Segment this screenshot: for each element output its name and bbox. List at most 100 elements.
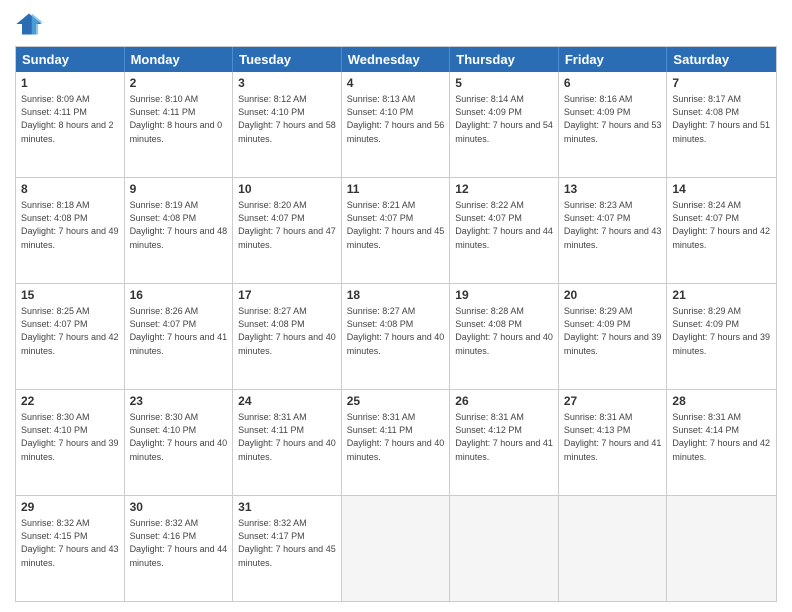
empty-cell [450, 496, 559, 601]
day-cell-29: 29 Sunrise: 8:32 AMSunset: 4:15 PMDaylig… [16, 496, 125, 601]
day-info: Sunrise: 8:10 AMSunset: 4:11 PMDaylight:… [130, 94, 223, 144]
day-info: Sunrise: 8:25 AMSunset: 4:07 PMDaylight:… [21, 306, 119, 356]
day-cell-24: 24 Sunrise: 8:31 AMSunset: 4:11 PMDaylig… [233, 390, 342, 495]
day-number: 2 [130, 75, 228, 92]
day-cell-11: 11 Sunrise: 8:21 AMSunset: 4:07 PMDaylig… [342, 178, 451, 283]
header-day-saturday: Saturday [667, 47, 776, 72]
day-info: Sunrise: 8:23 AMSunset: 4:07 PMDaylight:… [564, 200, 662, 250]
day-cell-3: 3 Sunrise: 8:12 AMSunset: 4:10 PMDayligh… [233, 72, 342, 177]
day-cell-30: 30 Sunrise: 8:32 AMSunset: 4:16 PMDaylig… [125, 496, 234, 601]
day-info: Sunrise: 8:13 AMSunset: 4:10 PMDaylight:… [347, 94, 445, 144]
day-cell-16: 16 Sunrise: 8:26 AMSunset: 4:07 PMDaylig… [125, 284, 234, 389]
logo [15, 10, 47, 38]
day-number: 15 [21, 287, 119, 304]
day-cell-17: 17 Sunrise: 8:27 AMSunset: 4:08 PMDaylig… [233, 284, 342, 389]
calendar-row-5: 29 Sunrise: 8:32 AMSunset: 4:15 PMDaylig… [16, 495, 776, 601]
day-cell-7: 7 Sunrise: 8:17 AMSunset: 4:08 PMDayligh… [667, 72, 776, 177]
day-number: 25 [347, 393, 445, 410]
day-info: Sunrise: 8:18 AMSunset: 4:08 PMDaylight:… [21, 200, 119, 250]
day-info: Sunrise: 8:24 AMSunset: 4:07 PMDaylight:… [672, 200, 770, 250]
day-cell-31: 31 Sunrise: 8:32 AMSunset: 4:17 PMDaylig… [233, 496, 342, 601]
day-info: Sunrise: 8:21 AMSunset: 4:07 PMDaylight:… [347, 200, 445, 250]
day-number: 1 [21, 75, 119, 92]
day-cell-1: 1 Sunrise: 8:09 AMSunset: 4:11 PMDayligh… [16, 72, 125, 177]
header-day-thursday: Thursday [450, 47, 559, 72]
day-number: 28 [672, 393, 771, 410]
day-info: Sunrise: 8:27 AMSunset: 4:08 PMDaylight:… [347, 306, 445, 356]
day-cell-12: 12 Sunrise: 8:22 AMSunset: 4:07 PMDaylig… [450, 178, 559, 283]
day-cell-8: 8 Sunrise: 8:18 AMSunset: 4:08 PMDayligh… [16, 178, 125, 283]
day-info: Sunrise: 8:19 AMSunset: 4:08 PMDaylight:… [130, 200, 228, 250]
day-cell-2: 2 Sunrise: 8:10 AMSunset: 4:11 PMDayligh… [125, 72, 234, 177]
day-number: 10 [238, 181, 336, 198]
day-number: 13 [564, 181, 662, 198]
day-cell-18: 18 Sunrise: 8:27 AMSunset: 4:08 PMDaylig… [342, 284, 451, 389]
day-number: 11 [347, 181, 445, 198]
header-day-wednesday: Wednesday [342, 47, 451, 72]
day-number: 20 [564, 287, 662, 304]
day-cell-20: 20 Sunrise: 8:29 AMSunset: 4:09 PMDaylig… [559, 284, 668, 389]
day-info: Sunrise: 8:32 AMSunset: 4:17 PMDaylight:… [238, 518, 336, 568]
day-cell-19: 19 Sunrise: 8:28 AMSunset: 4:08 PMDaylig… [450, 284, 559, 389]
day-info: Sunrise: 8:28 AMSunset: 4:08 PMDaylight:… [455, 306, 553, 356]
day-info: Sunrise: 8:30 AMSunset: 4:10 PMDaylight:… [130, 412, 228, 462]
day-info: Sunrise: 8:16 AMSunset: 4:09 PMDaylight:… [564, 94, 662, 144]
day-info: Sunrise: 8:20 AMSunset: 4:07 PMDaylight:… [238, 200, 336, 250]
day-info: Sunrise: 8:29 AMSunset: 4:09 PMDaylight:… [564, 306, 662, 356]
day-number: 19 [455, 287, 553, 304]
logo-icon [15, 10, 43, 38]
day-cell-14: 14 Sunrise: 8:24 AMSunset: 4:07 PMDaylig… [667, 178, 776, 283]
day-number: 9 [130, 181, 228, 198]
day-number: 8 [21, 181, 119, 198]
calendar-row-1: 1 Sunrise: 8:09 AMSunset: 4:11 PMDayligh… [16, 72, 776, 177]
day-number: 23 [130, 393, 228, 410]
day-cell-25: 25 Sunrise: 8:31 AMSunset: 4:11 PMDaylig… [342, 390, 451, 495]
day-number: 16 [130, 287, 228, 304]
calendar-header: SundayMondayTuesdayWednesdayThursdayFrid… [16, 47, 776, 72]
calendar-row-2: 8 Sunrise: 8:18 AMSunset: 4:08 PMDayligh… [16, 177, 776, 283]
header-day-sunday: Sunday [16, 47, 125, 72]
day-number: 6 [564, 75, 662, 92]
day-number: 26 [455, 393, 553, 410]
day-cell-4: 4 Sunrise: 8:13 AMSunset: 4:10 PMDayligh… [342, 72, 451, 177]
day-number: 24 [238, 393, 336, 410]
day-cell-13: 13 Sunrise: 8:23 AMSunset: 4:07 PMDaylig… [559, 178, 668, 283]
day-info: Sunrise: 8:14 AMSunset: 4:09 PMDaylight:… [455, 94, 553, 144]
day-number: 31 [238, 499, 336, 516]
day-cell-23: 23 Sunrise: 8:30 AMSunset: 4:10 PMDaylig… [125, 390, 234, 495]
day-number: 17 [238, 287, 336, 304]
day-number: 3 [238, 75, 336, 92]
day-info: Sunrise: 8:22 AMSunset: 4:07 PMDaylight:… [455, 200, 553, 250]
calendar-body: 1 Sunrise: 8:09 AMSunset: 4:11 PMDayligh… [16, 72, 776, 601]
day-number: 22 [21, 393, 119, 410]
day-number: 18 [347, 287, 445, 304]
page: SundayMondayTuesdayWednesdayThursdayFrid… [0, 0, 792, 612]
header-day-friday: Friday [559, 47, 668, 72]
day-info: Sunrise: 8:17 AMSunset: 4:08 PMDaylight:… [672, 94, 770, 144]
day-info: Sunrise: 8:29 AMSunset: 4:09 PMDaylight:… [672, 306, 770, 356]
day-info: Sunrise: 8:27 AMSunset: 4:08 PMDaylight:… [238, 306, 336, 356]
header [15, 10, 777, 38]
header-day-monday: Monday [125, 47, 234, 72]
calendar-row-4: 22 Sunrise: 8:30 AMSunset: 4:10 PMDaylig… [16, 389, 776, 495]
day-cell-27: 27 Sunrise: 8:31 AMSunset: 4:13 PMDaylig… [559, 390, 668, 495]
day-number: 14 [672, 181, 771, 198]
day-info: Sunrise: 8:31 AMSunset: 4:11 PMDaylight:… [347, 412, 445, 462]
day-cell-21: 21 Sunrise: 8:29 AMSunset: 4:09 PMDaylig… [667, 284, 776, 389]
day-info: Sunrise: 8:26 AMSunset: 4:07 PMDaylight:… [130, 306, 228, 356]
day-info: Sunrise: 8:31 AMSunset: 4:11 PMDaylight:… [238, 412, 336, 462]
day-number: 5 [455, 75, 553, 92]
day-number: 21 [672, 287, 771, 304]
day-cell-10: 10 Sunrise: 8:20 AMSunset: 4:07 PMDaylig… [233, 178, 342, 283]
day-number: 27 [564, 393, 662, 410]
day-cell-9: 9 Sunrise: 8:19 AMSunset: 4:08 PMDayligh… [125, 178, 234, 283]
day-number: 30 [130, 499, 228, 516]
day-cell-28: 28 Sunrise: 8:31 AMSunset: 4:14 PMDaylig… [667, 390, 776, 495]
empty-cell [342, 496, 451, 601]
day-info: Sunrise: 8:09 AMSunset: 4:11 PMDaylight:… [21, 94, 114, 144]
day-cell-22: 22 Sunrise: 8:30 AMSunset: 4:10 PMDaylig… [16, 390, 125, 495]
day-info: Sunrise: 8:32 AMSunset: 4:16 PMDaylight:… [130, 518, 228, 568]
day-info: Sunrise: 8:30 AMSunset: 4:10 PMDaylight:… [21, 412, 119, 462]
day-cell-5: 5 Sunrise: 8:14 AMSunset: 4:09 PMDayligh… [450, 72, 559, 177]
day-cell-6: 6 Sunrise: 8:16 AMSunset: 4:09 PMDayligh… [559, 72, 668, 177]
